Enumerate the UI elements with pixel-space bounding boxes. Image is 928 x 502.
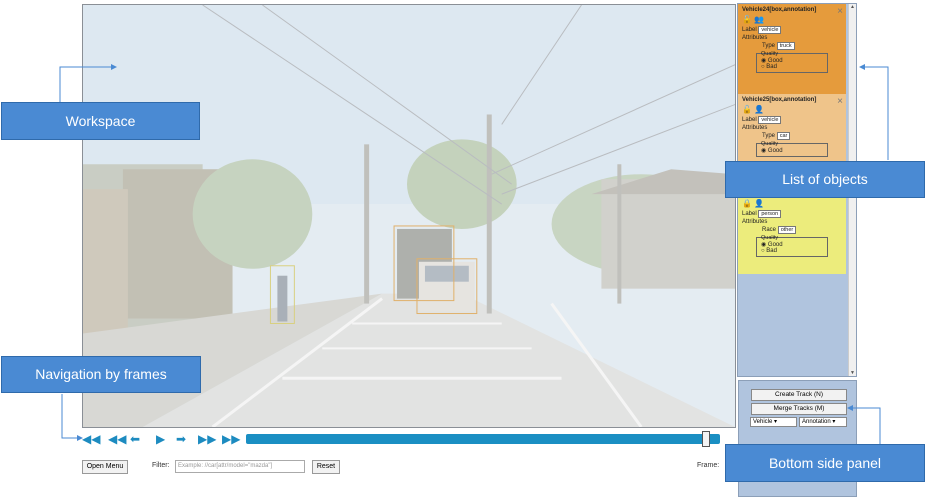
open-menu-button[interactable]: Open Menu — [82, 460, 128, 474]
lock-icon[interactable]: 🔓 — [742, 15, 752, 24]
frame-label: Frame: — [697, 462, 720, 469]
radio-good[interactable]: ◉ Good — [761, 147, 823, 154]
attr-name: Race — [762, 227, 777, 233]
label-select[interactable]: vehicle — [758, 116, 782, 124]
callout-navigation: Navigation by frames — [1, 356, 201, 393]
close-icon[interactable]: × — [837, 6, 843, 17]
back-multi-icon[interactable]: ◀◀ — [108, 432, 126, 446]
attr-select[interactable]: truck — [776, 42, 795, 50]
lock-icon[interactable]: 🔓 — [742, 105, 752, 114]
attributes-caption: Attributes — [742, 125, 768, 131]
scroll-up-icon[interactable]: ▲ — [850, 4, 855, 10]
next-frame-icon[interactable]: ➡ — [176, 432, 186, 446]
object-title: Vehicle25[box,annotation] — [742, 97, 817, 103]
person-icon[interactable]: 👤 — [754, 105, 764, 114]
first-frame-icon[interactable]: ◀◀ — [82, 432, 100, 446]
radio-good[interactable]: ◉ Good — [761, 241, 823, 248]
reset-button[interactable]: Reset — [312, 460, 340, 474]
scroll-down-icon[interactable]: ▼ — [850, 370, 855, 376]
attributes-caption: Attributes — [742, 35, 768, 41]
callout-workspace: Workspace — [1, 102, 200, 140]
label-select[interactable]: person — [758, 210, 782, 218]
label-type-select[interactable]: Vehicle ▾ — [750, 417, 797, 427]
callout-list-of-objects: List of objects — [725, 161, 925, 198]
close-icon[interactable]: × — [837, 96, 843, 107]
label-caption: Label — [742, 117, 757, 123]
label-caption: Label — [742, 27, 757, 33]
quality-group: Quality ◉ Good — [756, 141, 828, 157]
label-select[interactable]: vehicle — [758, 26, 782, 34]
person-icon[interactable]: 👥 — [754, 15, 764, 24]
object-item-person[interactable]: 🔒 👤 Label person Attributes Race other Q… — [738, 194, 846, 274]
filter-label: Filter: — [152, 462, 170, 469]
back-step-icon[interactable]: ⬅ — [130, 432, 140, 446]
callout-bottom-panel: Bottom side panel — [725, 444, 925, 482]
last-frame-icon[interactable]: ▶▶ — [222, 432, 240, 446]
attr-select[interactable]: car — [776, 132, 791, 140]
label-caption: Label — [742, 211, 757, 217]
filter-input[interactable]: Example: //car[attr/model="mazda"] — [175, 460, 305, 473]
attr-name: Type — [762, 133, 776, 139]
attr-select[interactable]: other — [777, 226, 797, 234]
radio-bad[interactable]: ○ Bad — [761, 64, 823, 70]
quality-group: Quality ◉ Good ○ Bad — [756, 51, 828, 73]
lock-icon[interactable]: 🔒 — [742, 199, 752, 208]
object-item-vehicle24[interactable]: Vehicle24[box,annotation] × 🔓 👥 Label ve… — [738, 4, 846, 94]
radio-bad[interactable]: ○ Bad — [761, 248, 823, 254]
forward-multi-icon[interactable]: ▶▶ — [198, 432, 216, 446]
attributes-caption: Attributes — [742, 219, 768, 225]
person-icon[interactable]: 👤 — [754, 199, 764, 208]
object-title: Vehicle24[box,annotation] — [742, 7, 817, 13]
create-track-button[interactable]: Create Track (N) — [751, 389, 847, 401]
frame-slider-handle[interactable] — [702, 431, 710, 447]
quality-group: Quality ◉ Good ○ Bad — [756, 235, 828, 257]
mode-select[interactable]: Annotation ▾ — [799, 417, 847, 427]
frame-slider[interactable] — [246, 434, 720, 444]
merge-tracks-button[interactable]: Merge Tracks (M) — [751, 403, 847, 415]
radio-good[interactable]: ◉ Good — [761, 57, 823, 64]
attr-name: Type — [762, 43, 776, 49]
play-icon[interactable]: ▶ — [156, 432, 165, 446]
